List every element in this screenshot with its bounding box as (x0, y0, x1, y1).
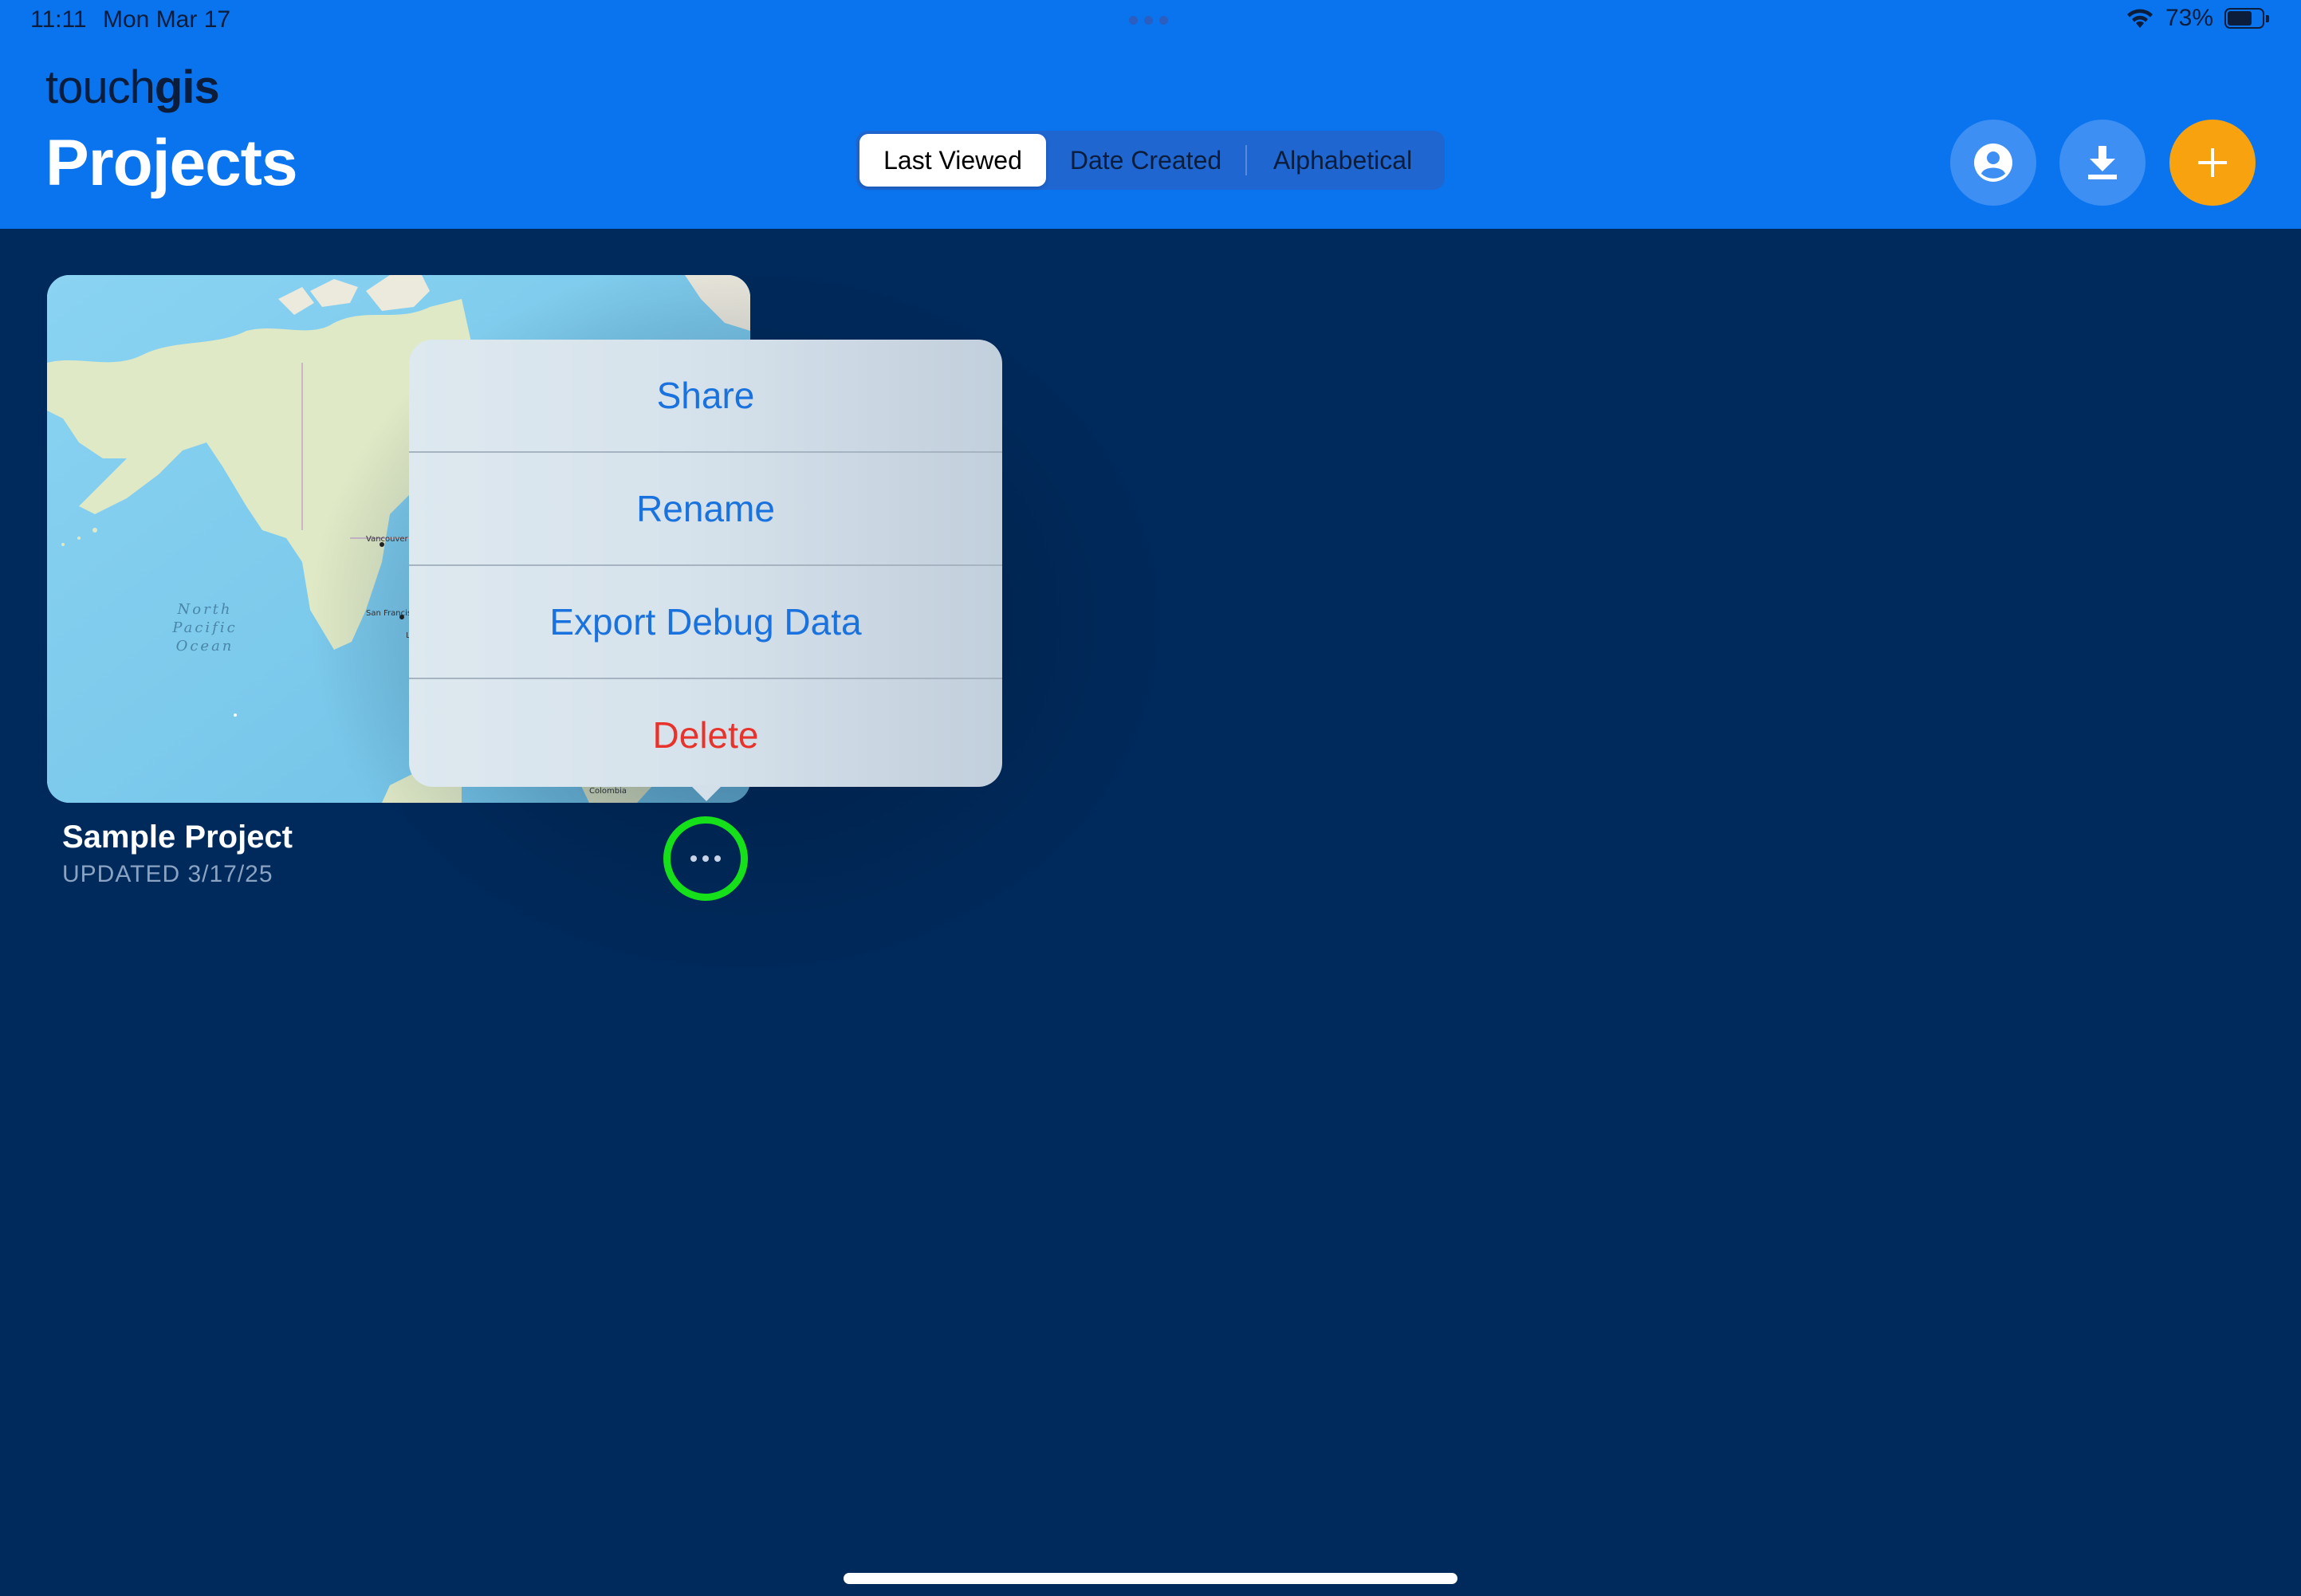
page-title: Projects (45, 127, 298, 199)
svg-text:Ocean: Ocean (176, 638, 234, 655)
sort-segmented-control: Last Viewed Date Created Alphabetical (856, 131, 1445, 190)
sort-last-viewed[interactable]: Last Viewed (859, 134, 1046, 187)
menu-item-delete[interactable]: Delete (409, 679, 1002, 787)
svg-text:Colombia: Colombia (589, 787, 627, 796)
battery-percent: 73% (2165, 5, 2213, 31)
project-updated-date: UPDATED 3/17/25 (62, 861, 273, 887)
svg-text:North: North (176, 601, 232, 618)
status-right: 73% (2126, 5, 2269, 32)
svg-text:Pacific: Pacific (171, 619, 237, 636)
ellipsis-icon (690, 855, 721, 862)
menu-item-share[interactable]: Share (409, 340, 1002, 451)
wifi-icon (2126, 9, 2153, 28)
account-button[interactable] (1950, 120, 2036, 206)
svg-text:Vancouver: Vancouver (366, 535, 409, 544)
multitasking-dots-icon[interactable] (1129, 16, 1168, 25)
projects-screen: 11:11 Mon Mar 17 73% touchgis Projects L… (0, 0, 2301, 1596)
plus-icon (2198, 148, 2227, 177)
project-name[interactable]: Sample Project (62, 820, 293, 855)
touchgis-logo: touchgis (45, 61, 220, 113)
download-icon (2088, 146, 2117, 179)
sort-date-created[interactable]: Date Created (1046, 134, 1245, 187)
sort-alphabetical[interactable]: Alphabetical (1247, 134, 1438, 187)
download-button[interactable] (2059, 120, 2146, 206)
menu-item-export-debug-data[interactable]: Export Debug Data (409, 566, 1002, 678)
home-indicator[interactable] (844, 1573, 1457, 1584)
project-context-menu: Share Rename Export Debug Data Delete (409, 340, 1002, 787)
popover-arrow (690, 785, 722, 801)
header-bar: 11:11 Mon Mar 17 73% touchgis Projects L… (0, 0, 2301, 229)
add-project-button[interactable] (2169, 120, 2256, 206)
status-date: Mon Mar 17 (103, 6, 231, 33)
person-circle-icon (1974, 143, 2012, 182)
project-more-button[interactable] (663, 816, 748, 901)
battery-icon (2224, 8, 2269, 29)
menu-item-rename[interactable]: Rename (409, 453, 1002, 564)
status-time: 11:11 (30, 6, 87, 33)
